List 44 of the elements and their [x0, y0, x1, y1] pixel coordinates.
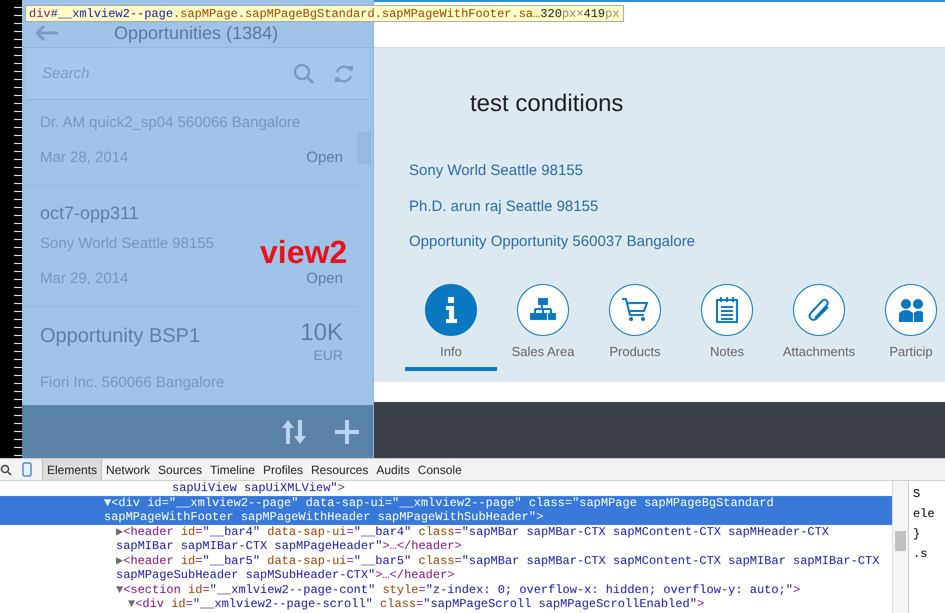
item-amount: 10K	[300, 321, 343, 345]
dom-node-line[interactable]: sapUiView sapUiXMLView">	[0, 481, 892, 496]
address-link[interactable]: Opportunity Opportunity 560037 Bangalore	[409, 231, 945, 254]
devtools-tab[interactable]: Resources	[307, 459, 372, 480]
element-tooltip: div#__xmlview2--page.sapMPage.sapMPageBgStandard.sapMPageWithFooter.sa…320px×419px	[25, 5, 624, 22]
add-icon	[335, 420, 359, 444]
devtools-tab[interactable]: Console	[414, 459, 466, 480]
devtools-tab[interactable]: Audits	[372, 459, 414, 480]
devtools-tab[interactable]: Elements	[42, 459, 102, 480]
icon-tab[interactable]: Products	[589, 284, 681, 371]
info-icon	[444, 296, 458, 322]
address-link[interactable]: Ph.D. arun raj Seattle 98155	[409, 196, 945, 218]
devtools-tab[interactable]: Network	[102, 459, 154, 480]
detail-title: test conditions	[470, 89, 624, 119]
search-icon	[0, 464, 12, 476]
back-icon	[36, 25, 58, 41]
icon-tab[interactable]: Info	[405, 284, 497, 371]
item-status: Open	[306, 148, 343, 168]
style-text: .s	[913, 546, 928, 563]
devtools-tab[interactable]: Profiles	[258, 459, 307, 480]
scrollbar-thumb[interactable]	[895, 531, 906, 551]
overlay-label: view2	[260, 236, 348, 268]
phone-icon	[22, 462, 32, 477]
icon-tab[interactable]: Notes	[681, 284, 773, 371]
item-status: Open	[306, 268, 343, 288]
icon-tab[interactable]: Attachments	[773, 284, 865, 371]
style-text: ele	[913, 506, 936, 523]
sort-icon	[281, 418, 307, 444]
hierarchy-icon	[530, 298, 556, 322]
devtools-tab[interactable]: Sources	[154, 459, 206, 480]
devtools-tab[interactable]: Timeline	[206, 459, 259, 480]
dom-node-line[interactable]: ▼<div id="__xmlview2--page-scroll" class="sapMPageScroll sapMPageScrollEnabled">	[0, 597, 892, 612]
people-icon	[899, 298, 923, 322]
page-title: Opportunities (1384)	[114, 24, 278, 42]
address-link[interactable]: Sony World Seattle 98155	[409, 160, 945, 182]
style-text: }	[913, 526, 922, 543]
style-text: S	[913, 486, 922, 503]
search-icon	[293, 63, 315, 85]
cart-icon	[622, 296, 648, 322]
notepad-icon	[716, 296, 738, 322]
icon-tab[interactable]: Particip	[865, 284, 945, 371]
icon-tab[interactable]: Sales Area	[497, 284, 589, 371]
dom-node-line[interactable]: ▼<section id="__xmlview2--page-cont" style="z-index: 0; overflow-x: hidden; overflow-y: auto;">	[0, 582, 892, 597]
refresh-icon	[333, 63, 355, 85]
